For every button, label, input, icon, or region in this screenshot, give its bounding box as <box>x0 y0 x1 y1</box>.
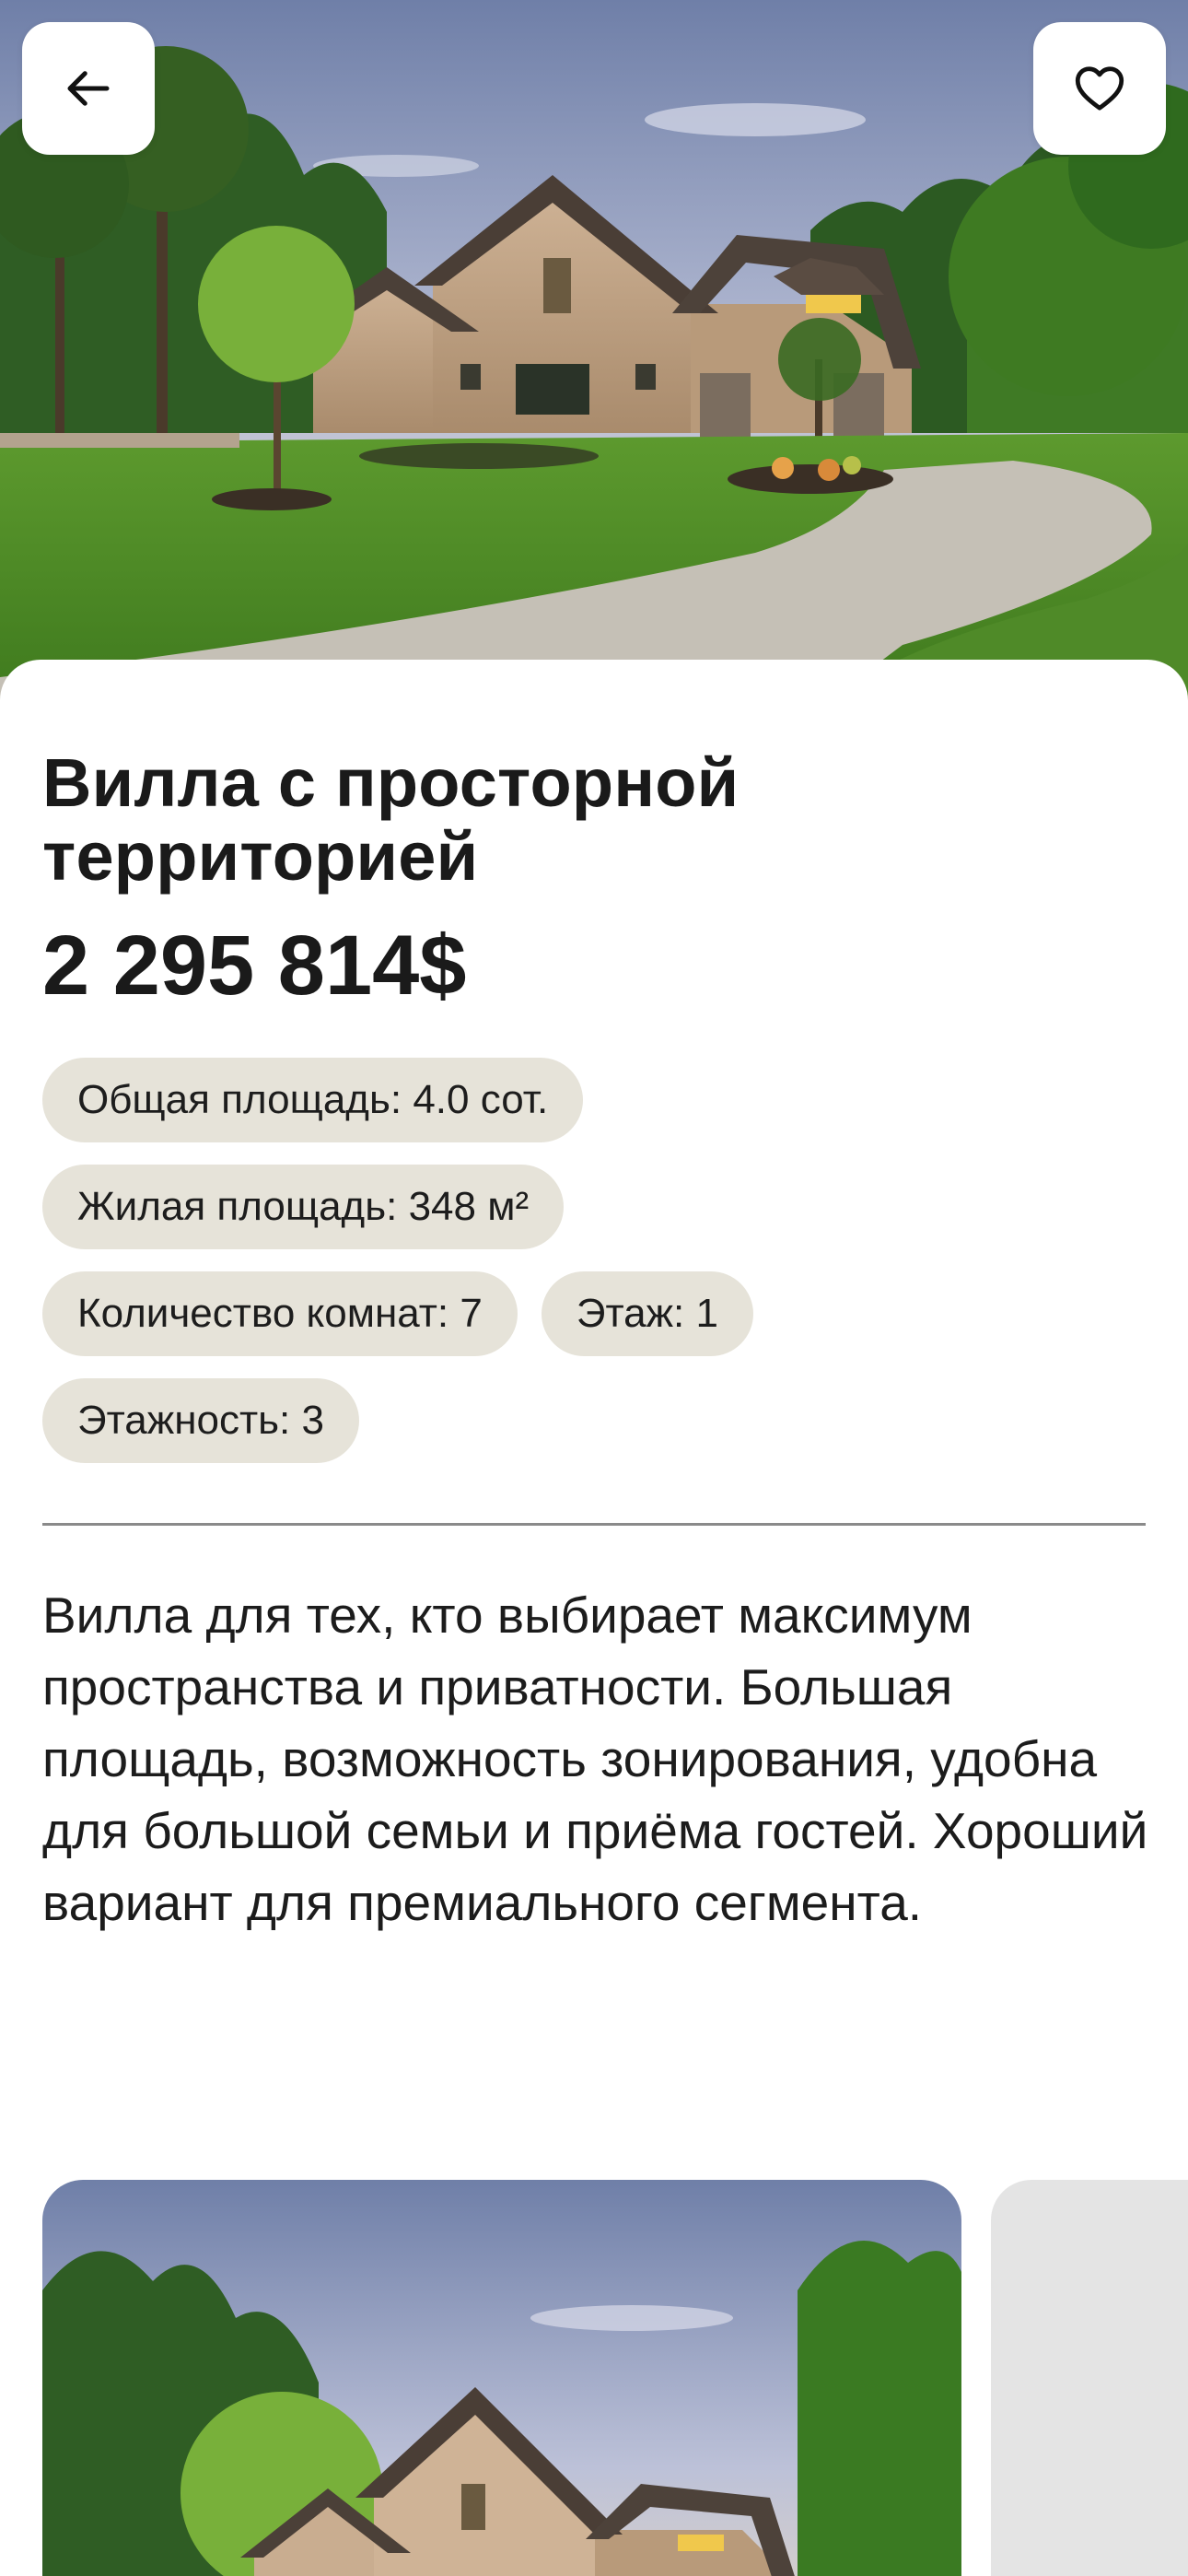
listing-description: Вилла для тех, кто выбирает максимум про… <box>42 1587 1148 1931</box>
hero-photo <box>0 0 1188 700</box>
arrow-left-icon <box>67 71 110 106</box>
villa-photo-thumbnail <box>42 2180 961 2576</box>
listing-title: Вилла с просторной территорией <box>42 744 740 895</box>
chip-living-area: Жилая площадь: 348 м² <box>42 1165 565 1249</box>
feature-chips: Общая площадь: 4.0 сот. Жилая площадь: 3… <box>42 1058 1147 1485</box>
photo-gallery[interactable] <box>0 2180 1188 2576</box>
back-button[interactable] <box>22 22 155 155</box>
villa-photo <box>0 0 1188 700</box>
chip-floors-total: Этажность: 3 <box>42 1378 359 1463</box>
gallery-photo[interactable] <box>42 2180 961 2576</box>
chip-floor: Этаж: 1 <box>541 1271 753 1356</box>
chip-total-area: Общая площадь: 4.0 сот. <box>42 1058 584 1142</box>
listing-price: 2 295 814$ <box>42 919 467 1013</box>
divider <box>42 1523 1146 1526</box>
chip-rooms: Количество комнат: 7 <box>42 1271 518 1356</box>
heart-icon <box>1075 66 1124 111</box>
gallery-next-photo[interactable] <box>991 2180 1188 2576</box>
favorite-button[interactable] <box>1033 22 1166 155</box>
